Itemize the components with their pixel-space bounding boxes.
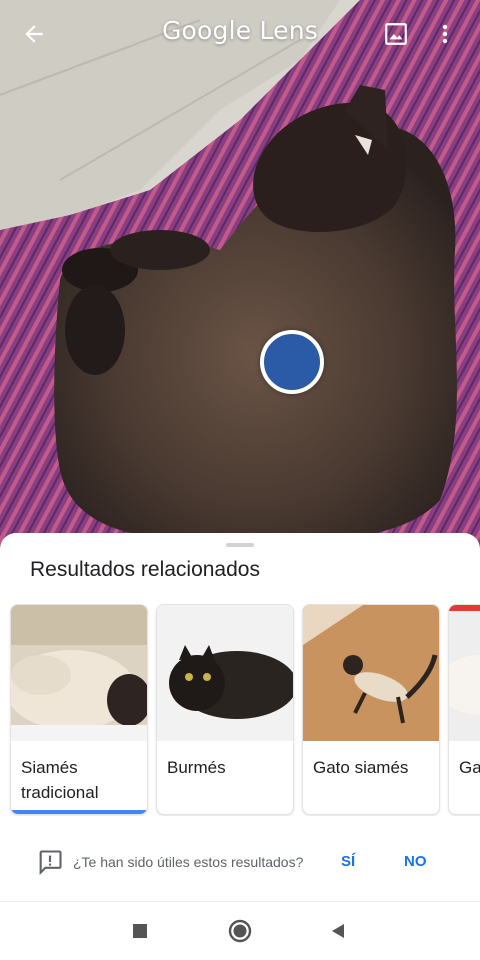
result-thumbnail bbox=[303, 605, 439, 741]
feedback-question: ¿Te han sido útiles estos resultados? bbox=[73, 854, 304, 870]
circle-icon bbox=[228, 919, 252, 943]
image-icon bbox=[385, 23, 407, 45]
selected-indicator bbox=[11, 810, 147, 814]
system-navigation-bar bbox=[0, 902, 480, 960]
feedback-yes-button[interactable]: SÍ bbox=[341, 853, 355, 870]
more-vert-icon bbox=[442, 24, 448, 44]
triangle-back-icon bbox=[332, 924, 344, 938]
gallery-button[interactable] bbox=[376, 14, 416, 54]
result-card-burmes[interactable]: Burmés bbox=[156, 604, 294, 815]
result-card-label: Siamés tradicional bbox=[21, 758, 99, 802]
sheet-drag-handle[interactable] bbox=[226, 543, 254, 547]
feedback-no-button[interactable]: NO bbox=[404, 853, 427, 870]
result-thumbnail bbox=[449, 605, 480, 741]
result-card-label: Ga bbox=[459, 758, 480, 777]
results-title: Resultados relacionados bbox=[30, 558, 260, 581]
system-back-button[interactable] bbox=[323, 916, 353, 946]
search-shutter-button[interactable] bbox=[260, 330, 324, 394]
feedback-bar: ¿Te han sido útiles estos resultados? SÍ… bbox=[0, 843, 480, 883]
home-button[interactable] bbox=[225, 916, 255, 946]
result-card-partial[interactable]: Ga bbox=[448, 604, 480, 815]
camera-viewfinder[interactable]: Google Lens bbox=[0, 0, 480, 560]
top-app-bar: Google Lens bbox=[0, 0, 480, 68]
result-thumbnail bbox=[157, 605, 293, 741]
results-bottom-sheet[interactable]: Resultados relacionados Siamés tradicion… bbox=[0, 533, 480, 960]
results-carousel[interactable]: Siamés tradicional Burmés Gato siamés Ga bbox=[0, 604, 480, 816]
square-icon bbox=[133, 924, 147, 938]
result-card-label: Gato siamés bbox=[313, 758, 409, 777]
photo-siamese-cat-on-blanket bbox=[0, 0, 480, 560]
more-options-button[interactable] bbox=[425, 14, 465, 54]
result-card-siames-tradicional[interactable]: Siamés tradicional bbox=[10, 604, 148, 815]
recents-button[interactable] bbox=[125, 916, 155, 946]
result-card-label: Burmés bbox=[167, 758, 226, 777]
result-thumbnail bbox=[11, 605, 147, 741]
result-card-gato-siames[interactable]: Gato siamés bbox=[302, 604, 440, 815]
feedback-icon bbox=[39, 850, 62, 876]
